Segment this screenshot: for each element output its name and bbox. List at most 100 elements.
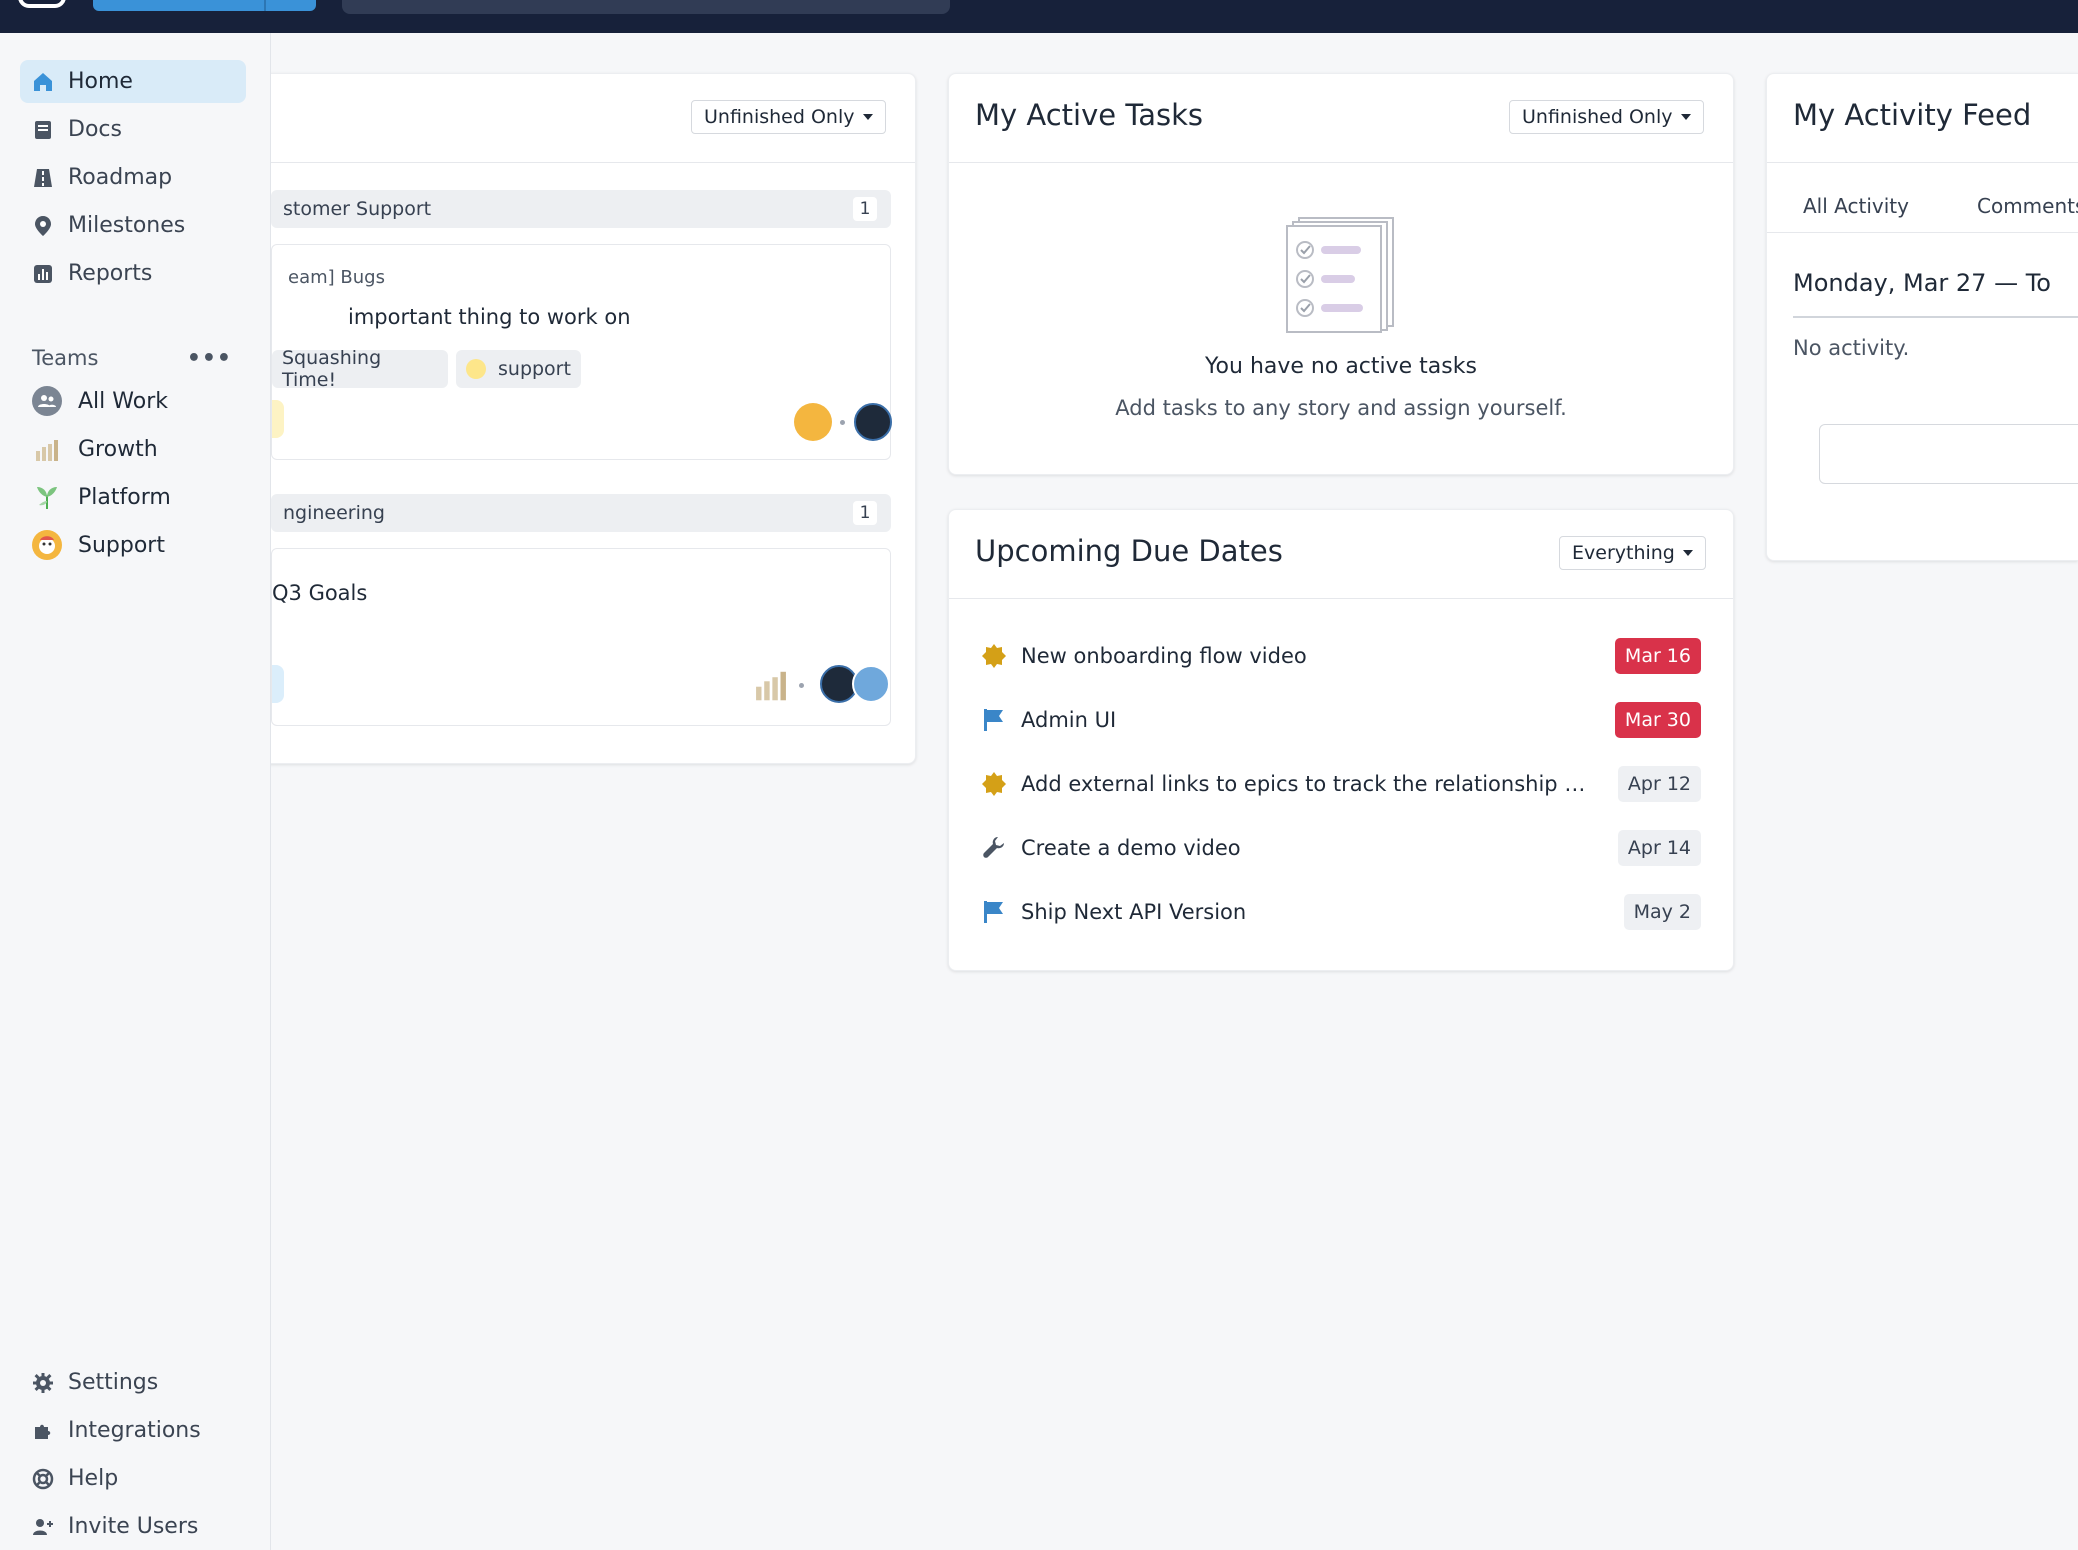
milestone-pin-icon bbox=[32, 215, 54, 237]
card-title: My Activity Feed bbox=[1793, 98, 2032, 132]
empty-state-subtitle: Add tasks to any story and assign yourse… bbox=[1115, 396, 1567, 420]
sidebar: Home Docs Roadmap Milestones Reports Tea… bbox=[0, 33, 271, 1550]
active-tasks-card: My Active Tasks Unfinished Only You have… bbox=[948, 73, 1734, 475]
support-mascot-icon bbox=[32, 530, 62, 560]
date-heading-underline bbox=[1793, 316, 2078, 318]
top-navigation-bar bbox=[0, 0, 2078, 33]
search-input[interactable] bbox=[342, 0, 950, 14]
sidebar-item-label: Home bbox=[68, 69, 133, 94]
platform-plant-icon bbox=[32, 482, 62, 512]
story-type-chip bbox=[272, 400, 284, 438]
group-count-badge: 1 bbox=[853, 197, 877, 221]
story-card[interactable]: Q3 Goals bbox=[271, 548, 891, 726]
teams-section-header: Teams ••• bbox=[32, 343, 232, 373]
roadmap-icon bbox=[32, 167, 54, 189]
group-name: stomer Support bbox=[283, 198, 432, 220]
story-card[interactable]: eam] Bugs important thing to work on Squ… bbox=[271, 244, 892, 460]
due-item-name: Ship Next API Version bbox=[1021, 900, 1247, 924]
activity-empty-text: No activity. bbox=[1793, 336, 1910, 360]
growth-chart-icon bbox=[32, 434, 62, 464]
app-logo-icon[interactable] bbox=[18, 0, 66, 8]
sidebar-item-label: Roadmap bbox=[68, 165, 173, 190]
due-item-create-demo-video[interactable]: Create a demo video Apr 14 bbox=[981, 830, 1701, 866]
upcoming-due-dates-card: Upcoming Due Dates Everything New onboar… bbox=[948, 509, 1734, 971]
label-chip-squashing-time[interactable]: Squashing Time! bbox=[272, 347, 448, 391]
activity-date-heading: Monday, Mar 27 — To bbox=[1793, 269, 2051, 297]
sidebar-team-label: Platform bbox=[78, 484, 171, 510]
owner-avatar[interactable] bbox=[854, 403, 892, 441]
tab-comments[interactable]: Comments bbox=[1977, 194, 2078, 218]
sidebar-item-milestones[interactable]: Milestones bbox=[20, 204, 246, 247]
support-team-avatar bbox=[794, 403, 832, 441]
due-item-name: New onboarding flow video bbox=[1021, 644, 1307, 668]
due-date-badge: Mar 16 bbox=[1614, 638, 1701, 674]
sidebar-team-growth[interactable]: Growth bbox=[32, 429, 252, 469]
sidebar-item-help[interactable]: Help bbox=[20, 1457, 246, 1500]
owner-avatar[interactable] bbox=[852, 665, 890, 703]
group-header-engineering[interactable]: ngineering 1 bbox=[271, 494, 891, 532]
sidebar-item-label: Reports bbox=[68, 261, 153, 286]
due-item-name: Add external links to epics to track the… bbox=[1021, 772, 1591, 796]
due-item-name: Admin UI bbox=[1021, 708, 1117, 732]
sidebar-team-platform[interactable]: Platform bbox=[32, 477, 252, 517]
card-title: My Active Tasks bbox=[975, 98, 1204, 132]
help-lifebuoy-icon bbox=[32, 1468, 54, 1490]
group-count-badge: 1 bbox=[853, 501, 877, 525]
docs-icon bbox=[32, 119, 54, 141]
card-divider bbox=[949, 598, 1733, 599]
sidebar-item-label: Milestones bbox=[68, 213, 186, 238]
chevron-down-icon bbox=[1682, 550, 1693, 556]
tab-all-activity[interactable]: All Activity bbox=[1803, 194, 1909, 218]
sidebar-item-roadmap[interactable]: Roadmap bbox=[20, 156, 246, 199]
due-item-new-onboarding-flow-video[interactable]: New onboarding flow video Mar 16 bbox=[981, 638, 1701, 674]
group-header-customer-support[interactable]: stomer Support 1 bbox=[271, 190, 891, 228]
sidebar-item-home[interactable]: Home bbox=[20, 60, 246, 103]
story-subtitle: eam] Bugs bbox=[288, 267, 385, 288]
teams-more-options-icon[interactable]: ••• bbox=[187, 346, 232, 371]
label-text: Squashing Time! bbox=[282, 347, 382, 391]
activity-load-more-box[interactable] bbox=[1819, 424, 2078, 484]
sidebar-item-label: Docs bbox=[68, 117, 122, 142]
everything-filter-dropdown[interactable]: Everything bbox=[1559, 536, 1706, 570]
sidebar-team-label: Support bbox=[78, 532, 165, 558]
unfinished-filter-dropdown[interactable]: Unfinished Only bbox=[1509, 100, 1704, 134]
due-date-badge: May 2 bbox=[1623, 894, 1701, 930]
card-title: Upcoming Due Dates bbox=[975, 534, 1283, 568]
due-item-ship-next-api-version[interactable]: Ship Next API Version May 2 bbox=[981, 894, 1701, 930]
sidebar-team-support[interactable]: Support bbox=[32, 525, 252, 565]
due-date-badge: Apr 12 bbox=[1617, 766, 1701, 802]
separator-dot bbox=[840, 420, 845, 425]
group-name: ngineering bbox=[283, 502, 385, 524]
sidebar-item-settings[interactable]: Settings bbox=[20, 1361, 246, 1404]
sidebar-item-invite-users[interactable]: Invite Users bbox=[20, 1505, 246, 1548]
card-divider bbox=[1767, 162, 2078, 163]
due-item-admin-ui[interactable]: Admin UI Mar 30 bbox=[981, 702, 1701, 738]
checklist-illustration-icon bbox=[1285, 216, 1397, 334]
sidebar-item-docs[interactable]: Docs bbox=[20, 108, 246, 151]
story-title: important thing to work on bbox=[348, 305, 631, 329]
unfinished-filter-dropdown[interactable]: Unfinished Only bbox=[691, 100, 886, 134]
activity-feed-card: My Activity Feed All Activity Comments M… bbox=[1766, 73, 2078, 561]
label-chip-support[interactable]: support bbox=[456, 350, 581, 388]
separator-dot bbox=[799, 683, 804, 688]
create-story-button[interactable] bbox=[93, 0, 316, 11]
teams-label: Teams bbox=[32, 346, 99, 370]
chore-wrench-icon bbox=[981, 835, 1007, 861]
epic-flag-icon bbox=[981, 899, 1007, 925]
sidebar-team-all-work[interactable]: All Work bbox=[32, 381, 252, 421]
sidebar-item-reports[interactable]: Reports bbox=[20, 252, 246, 295]
dropdown-value: Everything bbox=[1572, 542, 1675, 564]
story-type-chip bbox=[272, 665, 284, 703]
due-date-badge: Mar 30 bbox=[1614, 702, 1701, 738]
create-button-split bbox=[264, 0, 266, 11]
sidebar-team-label: Growth bbox=[78, 436, 158, 462]
due-item-add-external-links[interactable]: Add external links to epics to track the… bbox=[981, 766, 1701, 802]
invite-user-icon bbox=[32, 1516, 54, 1538]
home-icon bbox=[32, 71, 54, 93]
due-item-name: Create a demo video bbox=[1021, 836, 1241, 860]
dropdown-value: Unfinished Only bbox=[1522, 106, 1673, 128]
sidebar-item-integrations[interactable]: Integrations bbox=[20, 1409, 246, 1452]
card-divider bbox=[949, 162, 1733, 163]
empty-state-title: You have no active tasks bbox=[1205, 354, 1477, 379]
due-date-badge: Apr 14 bbox=[1617, 830, 1701, 866]
